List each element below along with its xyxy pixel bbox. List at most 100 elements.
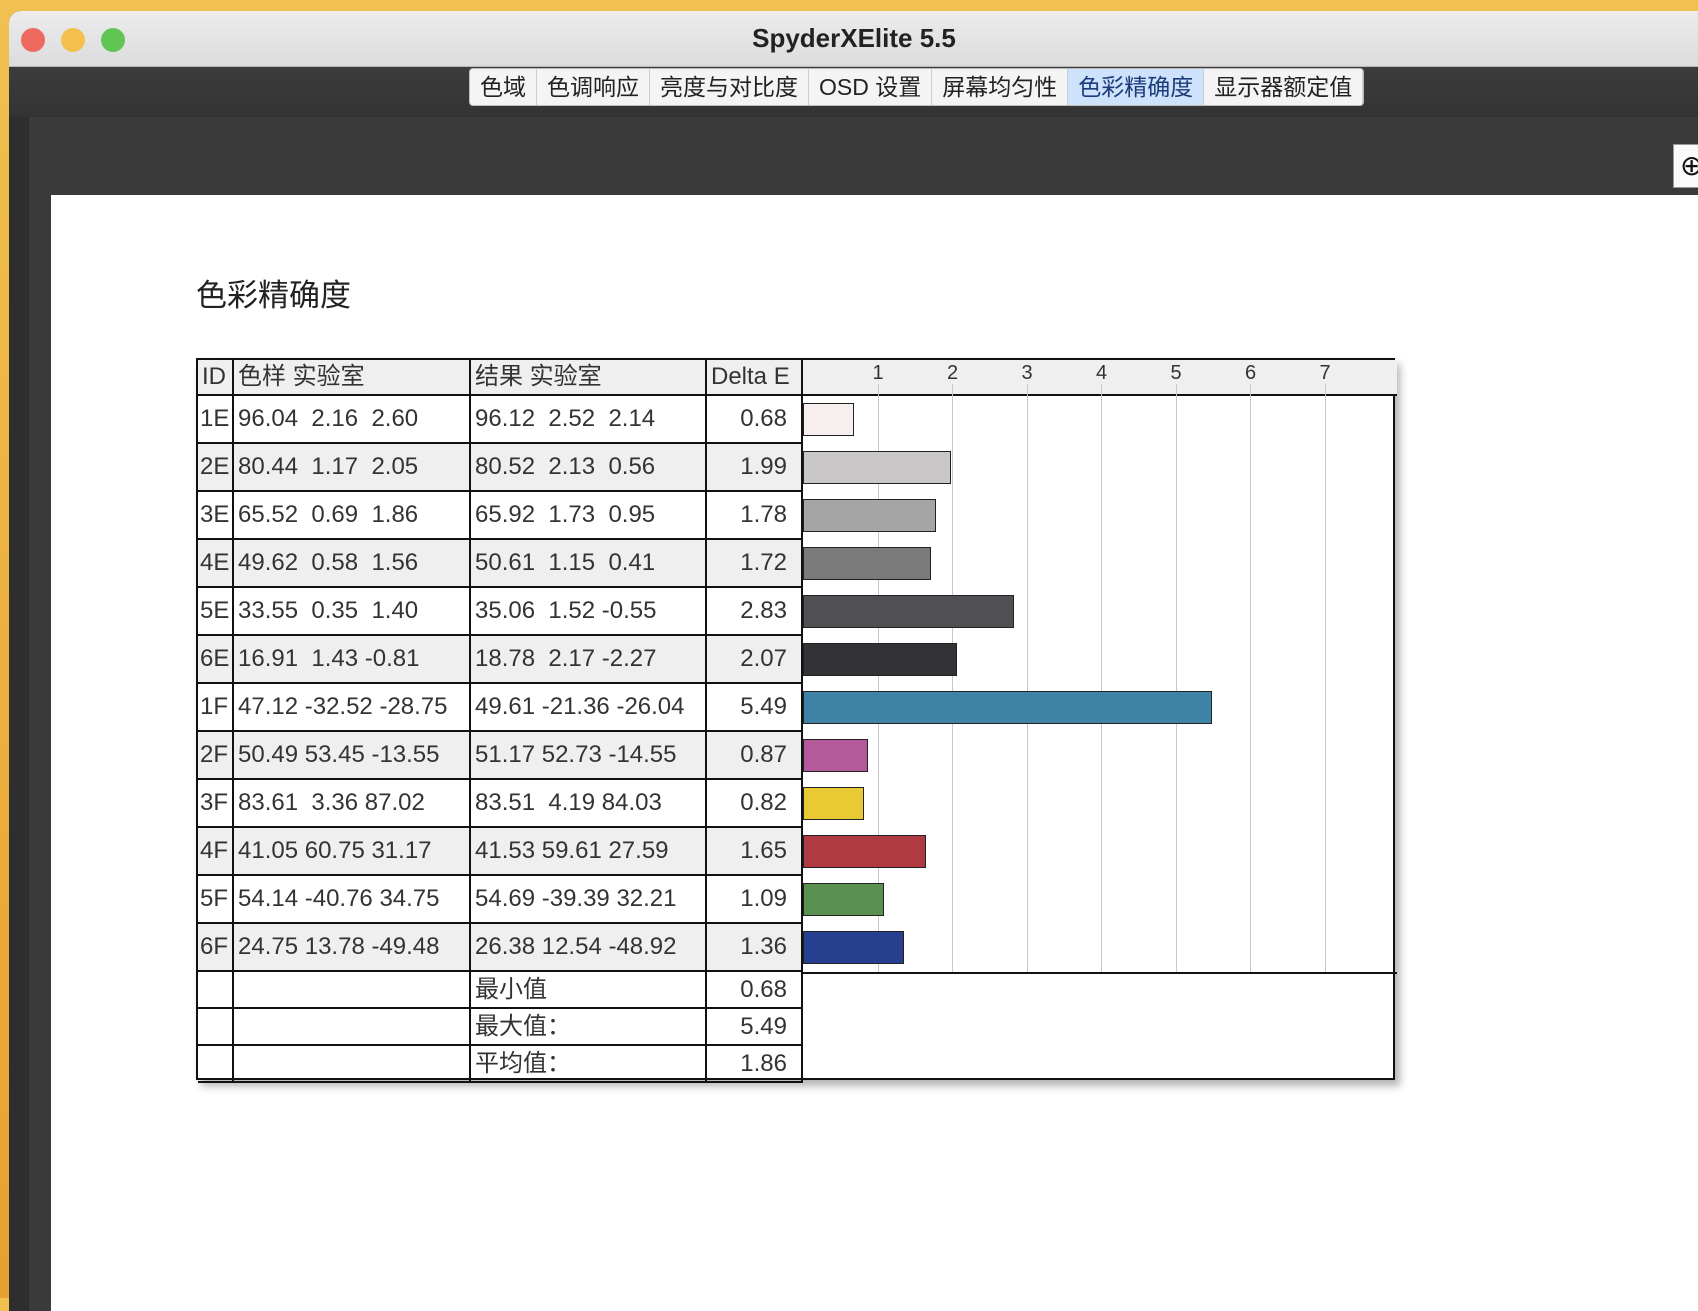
delta-e-value: 1.09 — [707, 876, 803, 924]
delta-e-value: 2.83 — [707, 588, 803, 636]
row-id: 5F — [198, 876, 234, 924]
sample-lab-value: 50.49 53.45 -13.55 — [234, 732, 471, 780]
color-accuracy-table: ID色样 实验室结果 实验室Delta E 1 2 3 4 5 6 7 1E96.04 2.16… — [196, 358, 1395, 1080]
row-id: 1E — [198, 396, 234, 444]
window-title: SpyderXElite 5.5 — [9, 23, 1698, 54]
x-tick-label: 2 — [947, 362, 958, 385]
summary-label: 最小值 — [471, 972, 707, 1009]
gridline — [1325, 384, 1326, 972]
bar-4F — [803, 835, 926, 868]
row-id: 2F — [198, 732, 234, 780]
column-header: Delta E — [707, 360, 803, 396]
bar-2F — [803, 739, 868, 772]
result-lab-value: 26.38 12.54 -48.92 — [471, 924, 707, 972]
row-id: 6E — [198, 636, 234, 684]
sample-lab-value: 24.75 13.78 -49.48 — [234, 924, 471, 972]
bar-1E — [803, 403, 854, 436]
gridline — [952, 384, 953, 972]
zoom-in-icon[interactable]: ⊕ — [1673, 144, 1698, 188]
delta-e-value: 5.49 — [707, 684, 803, 732]
bar-6E — [803, 643, 957, 676]
tab-bar: 色域色调响应亮度与对比度OSD 设置屏幕均匀性色彩精确度显示器额定值 — [9, 67, 1698, 117]
x-tick-label: 4 — [1096, 362, 1107, 385]
delta-e-value: 0.68 — [707, 396, 803, 444]
result-lab-value: 41.53 59.61 27.59 — [471, 828, 707, 876]
row-id: 4E — [198, 540, 234, 588]
summary-value: 0.68 — [707, 972, 803, 1009]
tab-6[interactable]: 显示器额定值 — [1204, 69, 1363, 105]
result-lab-value: 80.52 2.13 0.56 — [471, 444, 707, 492]
delta-e-value: 0.87 — [707, 732, 803, 780]
x-tick-label: 1 — [873, 362, 884, 385]
result-lab-value: 35.06 1.52 -0.55 — [471, 588, 707, 636]
gridline — [1101, 384, 1102, 972]
delta-e-value: 1.65 — [707, 828, 803, 876]
delta-e-value: 1.99 — [707, 444, 803, 492]
summary-empty-cell — [198, 1009, 234, 1046]
sample-lab-value: 33.55 0.35 1.40 — [234, 588, 471, 636]
summary-value: 1.86 — [707, 1046, 803, 1083]
gridline — [1027, 384, 1028, 972]
row-id: 5E — [198, 588, 234, 636]
summary-label: 最大值： — [471, 1009, 707, 1046]
column-header: 色样 实验室 — [234, 360, 471, 396]
summary-label: 平均值： — [471, 1046, 707, 1083]
sample-lab-value: 80.44 1.17 2.05 — [234, 444, 471, 492]
bar-1F — [803, 691, 1212, 724]
row-id: 3E — [198, 492, 234, 540]
x-tick-label: 7 — [1320, 362, 1331, 385]
sidebar-strip — [9, 117, 29, 1311]
sample-lab-value: 96.04 2.16 2.60 — [234, 396, 471, 444]
tab-0[interactable]: 色域 — [470, 69, 537, 105]
sample-lab-value: 49.62 0.58 1.56 — [234, 540, 471, 588]
row-id: 6F — [198, 924, 234, 972]
tab-2[interactable]: 亮度与对比度 — [650, 69, 809, 105]
row-id: 3F — [198, 780, 234, 828]
result-lab-value: 96.12 2.52 2.14 — [471, 396, 707, 444]
result-lab-value: 18.78 2.17 -2.27 — [471, 636, 707, 684]
x-tick-label: 3 — [1022, 362, 1033, 385]
bar-2E — [803, 451, 951, 484]
tab-3[interactable]: OSD 设置 — [809, 69, 932, 105]
row-id: 4F — [198, 828, 234, 876]
summary-empty-cell — [234, 972, 471, 1009]
bar-6F — [803, 931, 904, 964]
sample-lab-value: 83.61 3.36 87.02 — [234, 780, 471, 828]
sample-lab-value: 47.12 -32.52 -28.75 — [234, 684, 471, 732]
sample-lab-value: 16.91 1.43 -0.81 — [234, 636, 471, 684]
bar-5F — [803, 883, 884, 916]
summary-empty-cell — [198, 972, 234, 1009]
x-tick-label: 6 — [1245, 362, 1256, 385]
column-header: 结果 实验室 — [471, 360, 707, 396]
result-lab-value: 54.69 -39.39 32.21 — [471, 876, 707, 924]
gridline — [1250, 384, 1251, 972]
tab-4[interactable]: 屏幕均匀性 — [932, 69, 1068, 105]
summary-value: 5.49 — [707, 1009, 803, 1046]
tab-5[interactable]: 色彩精确度 — [1068, 69, 1204, 105]
x-tick-label: 5 — [1171, 362, 1182, 385]
delta-e-value: 1.72 — [707, 540, 803, 588]
sample-lab-value: 54.14 -40.76 34.75 — [234, 876, 471, 924]
delta-e-value: 0.82 — [707, 780, 803, 828]
bar-5E — [803, 595, 1014, 628]
result-lab-value: 51.17 52.73 -14.55 — [471, 732, 707, 780]
bar-4E — [803, 547, 931, 580]
page-title: 色彩精确度 — [196, 270, 351, 315]
summary-empty-cell — [234, 1046, 471, 1083]
summary-empty-cell — [198, 1046, 234, 1083]
result-lab-value: 65.92 1.73 0.95 — [471, 492, 707, 540]
bar-3E — [803, 499, 936, 532]
column-header: ID — [198, 360, 234, 396]
result-lab-value: 83.51 4.19 84.03 — [471, 780, 707, 828]
result-lab-value: 49.61 -21.36 -26.04 — [471, 684, 707, 732]
result-lab-value: 50.61 1.15 0.41 — [471, 540, 707, 588]
gridline — [1176, 384, 1177, 972]
sample-lab-value: 41.05 60.75 31.17 — [234, 828, 471, 876]
summary-empty-cell — [234, 1009, 471, 1046]
tab-1[interactable]: 色调响应 — [537, 69, 650, 105]
bar-3F — [803, 787, 864, 820]
row-id: 1F — [198, 684, 234, 732]
chart-baseline — [803, 972, 1397, 974]
sample-lab-value: 65.52 0.69 1.86 — [234, 492, 471, 540]
row-id: 2E — [198, 444, 234, 492]
